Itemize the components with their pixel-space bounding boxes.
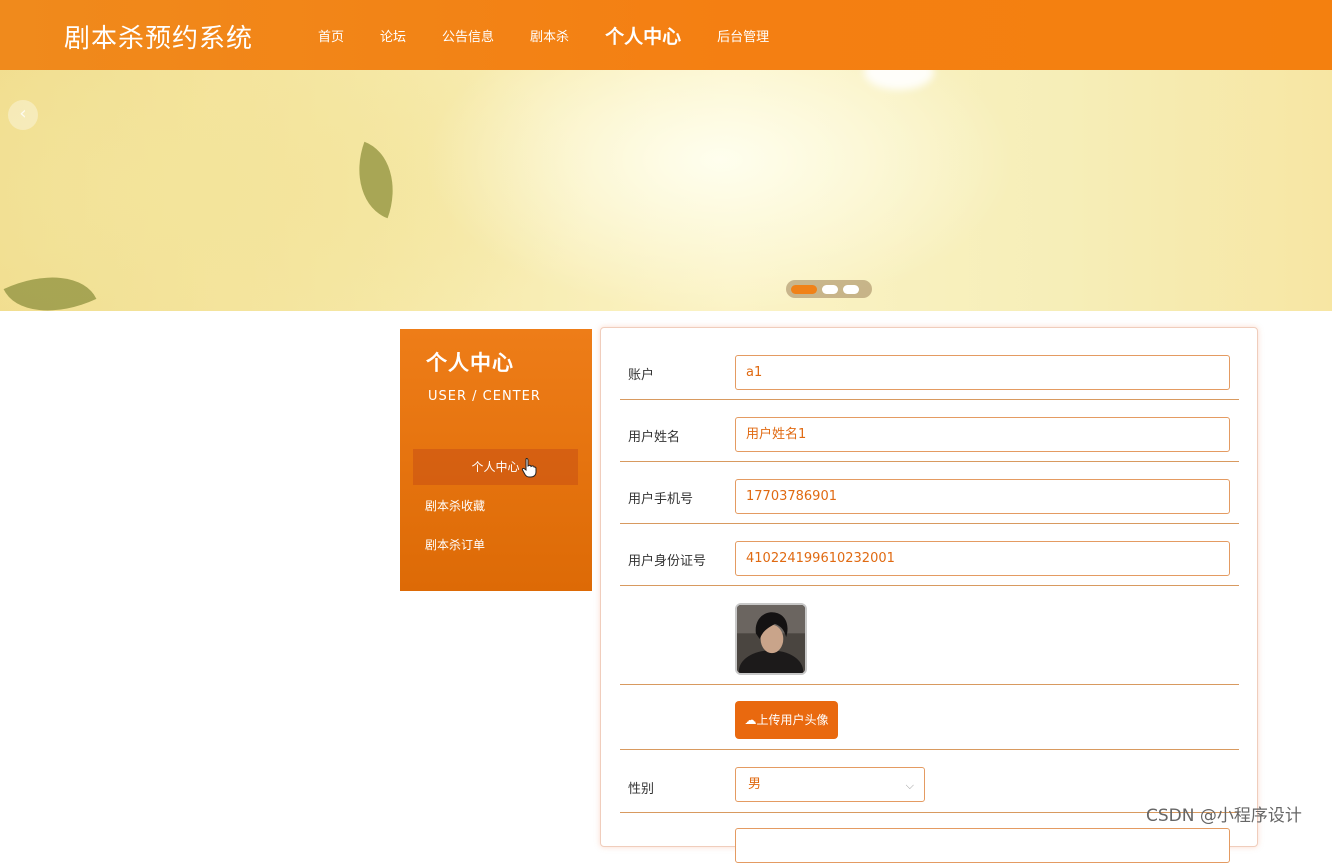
- upload-avatar-label: 上传用户头像: [756, 713, 829, 727]
- app-title[interactable]: 剧本杀预约系统: [64, 18, 253, 55]
- nav-item-home[interactable]: 首页: [318, 26, 344, 45]
- idcard-field[interactable]: 410224199610232001: [735, 541, 1230, 576]
- form-row-avatar: [620, 586, 1239, 685]
- user-center-sidebar: 个人中心 USER / CENTER 个人中心 剧本杀收藏 剧本杀订单: [400, 329, 592, 591]
- sidebar-item-orders[interactable]: 剧本杀订单: [413, 527, 578, 563]
- phone-field[interactable]: 17703786901: [735, 479, 1230, 514]
- name-label: 用户姓名: [628, 430, 681, 445]
- gender-select[interactable]: 男 ⌵: [735, 767, 925, 802]
- sidebar-title: 个人中心: [426, 351, 514, 375]
- avatar-image: [737, 605, 805, 673]
- sidebar-subtitle: USER / CENTER: [428, 389, 541, 404]
- chevron-down-icon: ⌵: [905, 779, 914, 792]
- nav-item-user-center[interactable]: 个人中心: [605, 22, 681, 49]
- cloud-upload-icon: ☁: [744, 713, 757, 727]
- banner-light-spot: [864, 70, 934, 90]
- watermark-text: CSDN @小程序设计: [1146, 806, 1302, 826]
- form-row-account: 账户 a1: [620, 348, 1239, 400]
- chevron-left-icon[interactable]: ‹: [8, 100, 38, 130]
- banner-carousel: ‹: [0, 70, 1332, 311]
- form-row-phone: 用户手机号 17703786901: [620, 462, 1239, 524]
- nav-item-announcements[interactable]: 公告信息: [442, 26, 494, 45]
- upload-avatar-button[interactable]: ☁上传用户头像: [735, 701, 838, 739]
- idcard-label: 用户身份证号: [628, 554, 707, 569]
- gender-label: 性别: [628, 782, 655, 797]
- gender-selected-value: 男: [748, 777, 762, 792]
- nav-item-scripts[interactable]: 剧本杀: [530, 26, 569, 45]
- carousel-indicators: [786, 280, 872, 298]
- sidebar-item-user-center[interactable]: 个人中心: [413, 449, 578, 485]
- carousel-dot-3[interactable]: [843, 284, 859, 294]
- hand-cursor-icon: [521, 458, 537, 478]
- main-nav: 首页 论坛 公告信息 剧本杀 个人中心 后台管理: [300, 0, 787, 70]
- banner-leaf-image: [3, 255, 97, 311]
- avatar[interactable]: [735, 603, 807, 675]
- nav-item-admin[interactable]: 后台管理: [717, 26, 769, 45]
- top-nav-bar: 剧本杀预约系统 首页 论坛 公告信息 剧本杀 个人中心 后台管理: [0, 0, 1332, 70]
- next-field-partial[interactable]: [735, 828, 1230, 863]
- sidebar-item-favorites[interactable]: 剧本杀收藏: [413, 488, 578, 524]
- carousel-dot-2[interactable]: [822, 284, 838, 294]
- user-info-form: 账户 a1 用户姓名 用户姓名1 用户手机号 17703786901 用户身份证…: [600, 327, 1258, 863]
- phone-label: 用户手机号: [628, 492, 694, 507]
- form-row-name: 用户姓名 用户姓名1: [620, 400, 1239, 462]
- account-label: 账户: [628, 368, 655, 383]
- nav-item-forum[interactable]: 论坛: [380, 26, 406, 45]
- carousel-dot-1[interactable]: [791, 284, 817, 294]
- form-row-idcard: 用户身份证号 410224199610232001: [620, 524, 1239, 586]
- banner-leaf-image: [342, 141, 410, 219]
- name-field[interactable]: 用户姓名1: [735, 417, 1230, 452]
- form-row-upload: ☁上传用户头像: [620, 685, 1239, 750]
- account-field[interactable]: a1: [735, 355, 1230, 390]
